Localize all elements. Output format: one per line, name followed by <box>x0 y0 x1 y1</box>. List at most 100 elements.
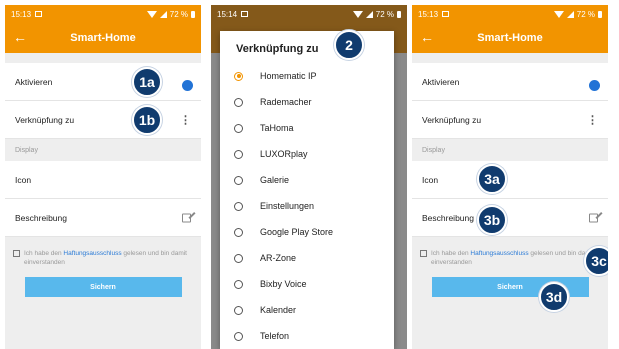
signal-icon <box>159 10 167 18</box>
image-icon <box>241 10 249 17</box>
link-row[interactable]: Verknüpfung zu ⋮ <box>5 101 201 139</box>
description-row[interactable]: Beschreibung <box>412 199 608 237</box>
link-label: Verknüpfung zu <box>422 114 482 125</box>
radio-unchecked-icon[interactable] <box>234 123 243 133</box>
option-item[interactable]: Homematic IP <box>220 63 394 89</box>
wifi-icon <box>146 10 157 18</box>
consent-checkbox[interactable] <box>420 250 427 257</box>
app-bar: ← Smart-Home <box>412 23 608 53</box>
more-vert-icon[interactable]: ⋮ <box>587 113 598 126</box>
option-item[interactable]: Kalender <box>220 297 394 323</box>
more-vert-icon[interactable]: ⋮ <box>180 113 191 126</box>
radio-unchecked-icon[interactable] <box>234 97 243 107</box>
option-label: LUXORplay <box>260 149 308 159</box>
battery-icon <box>191 10 195 18</box>
callout-badge-2: 2 <box>334 30 364 60</box>
link-picker-dialog: Verknüpfung zu Homematic IP Rademacher TaH… <box>220 31 394 349</box>
signal-icon <box>365 10 373 18</box>
radio-checked-icon[interactable] <box>234 71 243 81</box>
consent-text: Ich habe den Haftungsausschluss gelesen … <box>431 250 594 266</box>
section-header-display: Display <box>5 139 201 161</box>
status-time: 15:13 <box>11 9 32 19</box>
link-label: Verknüpfung zu <box>15 114 75 125</box>
option-label: TaHoma <box>260 123 294 133</box>
option-item[interactable]: Einstellungen <box>220 193 394 219</box>
link-row[interactable]: Verknüpfung zu ⋮ <box>412 101 608 139</box>
battery-icon <box>598 10 602 18</box>
option-item[interactable]: Rademacher <box>220 89 394 115</box>
option-item[interactable]: LUXORplay <box>220 141 394 167</box>
phone-screen-3: 15:13 72 % ← Smart-Home Aktivieren Verkn… <box>412 5 608 349</box>
disclaimer-link[interactable]: Haftungsausschluss <box>470 250 528 257</box>
radio-unchecked-icon[interactable] <box>234 279 243 289</box>
phone-screen-1: 15:13 72 % ← Smart-Home Aktivieren Verkn… <box>5 5 201 349</box>
radio-unchecked-icon[interactable] <box>234 175 243 185</box>
dialog-title: Verknüpfung zu <box>236 43 319 55</box>
callout-badge-1a: 1a <box>132 67 162 97</box>
save-button[interactable]: Sichern <box>24 277 182 297</box>
radio-unchecked-icon[interactable] <box>234 149 243 159</box>
radio-unchecked-icon[interactable] <box>234 331 243 341</box>
option-label: Kalender <box>260 305 297 315</box>
description-row[interactable]: Beschreibung <box>5 199 201 237</box>
option-label: Einstellungen <box>260 201 315 211</box>
section-header-display: Display <box>412 139 608 161</box>
consent-checkbox[interactable] <box>13 250 20 257</box>
option-label: Telefon <box>260 331 290 341</box>
consent-text: Ich habe den Haftungsausschluss gelesen … <box>24 250 187 266</box>
consent-row: Ich habe den Haftungsausschluss gelesen … <box>412 237 608 267</box>
option-item[interactable]: Telefon <box>220 323 394 349</box>
option-item[interactable]: Galerie <box>220 167 394 193</box>
status-bar: 15:13 72 % <box>412 5 608 23</box>
option-label: Galerie <box>260 175 290 185</box>
battery-text: 72 % <box>375 9 394 19</box>
option-item[interactable]: Bixby Voice <box>220 271 394 297</box>
edit-icon[interactable] <box>182 213 191 222</box>
description-label: Beschreibung <box>15 212 67 223</box>
callout-badge-3c: 3c <box>584 246 608 276</box>
phone-screen-2: 15:14 72 % Verknüpfung zu Homematic IP Ra… <box>211 5 407 349</box>
battery-text: 72 % <box>576 9 595 19</box>
status-bar: 15:13 72 % <box>5 5 201 23</box>
option-item[interactable]: TaHoma <box>220 115 394 141</box>
app-title: Smart-Home <box>477 32 543 44</box>
option-item[interactable]: AR-Zone <box>220 245 394 271</box>
arrow-back-icon[interactable]: ← <box>13 29 27 45</box>
radio-unchecked-icon[interactable] <box>234 201 243 211</box>
radio-unchecked-icon[interactable] <box>234 227 243 237</box>
wifi-icon <box>553 10 564 18</box>
arrow-back-icon[interactable]: ← <box>420 29 434 45</box>
callout-badge-3d: 3d <box>539 282 569 312</box>
option-label: AR-Zone <box>260 253 297 263</box>
icon-row[interactable]: Icon <box>5 161 201 199</box>
app-title: Smart-Home <box>70 32 136 44</box>
battery-text: 72 % <box>169 9 188 19</box>
icon-label: Icon <box>15 174 32 185</box>
callout-badge-1b: 1b <box>132 105 162 135</box>
option-label: Homematic IP <box>260 71 317 81</box>
status-time: 15:13 <box>418 9 439 19</box>
callout-badge-3a: 3a <box>477 164 507 194</box>
status-time: 15:14 <box>217 9 238 19</box>
consent-row: Ich habe den Haftungsausschluss gelesen … <box>5 237 201 267</box>
icon-row[interactable]: Icon <box>412 161 608 199</box>
activate-label: Aktivieren <box>422 76 460 87</box>
option-item[interactable]: Google Play Store <box>220 219 394 245</box>
status-bar: 15:14 72 % <box>211 5 407 23</box>
battery-icon <box>397 10 401 18</box>
description-label: Beschreibung <box>422 212 474 223</box>
activate-label: Aktivieren <box>15 76 53 87</box>
app-bar: ← Smart-Home <box>5 23 201 53</box>
signal-icon <box>566 10 574 18</box>
option-label: Rademacher <box>260 97 312 107</box>
disclaimer-link[interactable]: Haftungsausschluss <box>63 250 121 257</box>
edit-icon[interactable] <box>589 213 598 222</box>
activate-row[interactable]: Aktivieren <box>412 63 608 101</box>
callout-badge-3b: 3b <box>477 205 507 235</box>
activate-row[interactable]: Aktivieren <box>5 63 201 101</box>
option-label: Bixby Voice <box>260 279 307 289</box>
radio-unchecked-icon[interactable] <box>234 305 243 315</box>
wifi-icon <box>352 10 363 18</box>
radio-unchecked-icon[interactable] <box>234 253 243 263</box>
icon-label: Icon <box>422 174 439 185</box>
